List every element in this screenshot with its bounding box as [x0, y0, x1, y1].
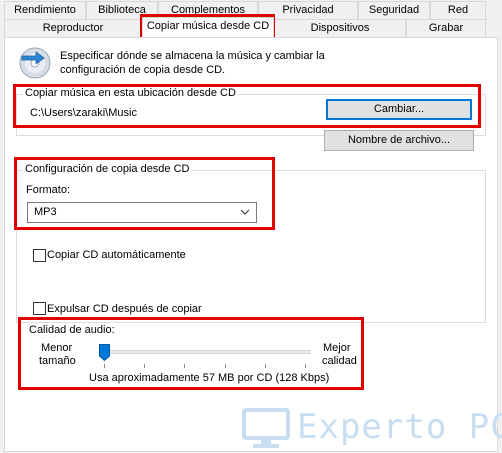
tab-label: Seguridad: [368, 4, 420, 16]
quality-slider-tick: [144, 364, 146, 368]
quality-slider-tick: [104, 364, 105, 368]
filename-label: Nombre de archivo...: [347, 134, 451, 146]
settings-group-title: Configuración de copia desde CD: [23, 163, 192, 175]
monitor-icon: [241, 406, 291, 453]
tab-grabar[interactable]: Grabar: [406, 19, 486, 37]
quality-slider-tick: [184, 364, 186, 368]
tab-rendimiento[interactable]: Rendimiento: [4, 1, 86, 19]
rip-settings-panel: Especificar dónde se almacena la música …: [4, 37, 502, 453]
auto-copy-label: Copiar CD automáticamente: [47, 249, 186, 261]
tab-label: Reproductor: [42, 22, 104, 34]
tab-label: Dispositivos: [310, 22, 370, 34]
quality-min-line1: Menor: [41, 342, 73, 354]
tab-label: Complementos: [171, 4, 245, 16]
tab-label: Rendimiento: [14, 4, 76, 16]
quality-max-line1: Mejor: [323, 342, 351, 354]
quality-slider-thumb[interactable]: [99, 344, 110, 362]
quality-slider-tick: [264, 364, 266, 368]
quality-title: Calidad de audio:: [29, 324, 115, 336]
chevron-down-icon: [240, 203, 250, 229]
tab-seguridad[interactable]: Seguridad: [358, 1, 430, 19]
quality-max-line2: calidad: [322, 355, 357, 367]
tab-copiar-musica[interactable]: Copiar música desde CD: [142, 17, 274, 37]
tab-label: Copiar música desde CD: [146, 20, 270, 32]
intro-text-line2: configuración de copia desde CD.: [60, 64, 226, 76]
quality-min-line2: tamaño: [39, 355, 76, 367]
watermark-text: Experto PC: [297, 407, 502, 447]
format-select[interactable]: MP3: [27, 202, 257, 223]
change-location-button[interactable]: Cambiar...: [326, 99, 472, 120]
location-path: C:\Users\zaraki\Music: [30, 107, 137, 119]
intro-text-line1: Especificar dónde se almacena la música …: [60, 50, 325, 62]
change-location-label: Cambiar...: [373, 103, 425, 115]
tab-label: Grabar: [428, 22, 464, 34]
quality-slider-tick: [305, 364, 306, 368]
eject-checkbox[interactable]: [33, 302, 46, 315]
eject-label: Expulsar CD después de copiar: [47, 303, 202, 315]
location-group-title: Copiar música en esta ubicación desde CD: [23, 87, 238, 99]
quality-usage: Usa aproximadamente 57 MB por CD (128 Kb…: [89, 372, 330, 384]
auto-copy-checkbox[interactable]: [33, 249, 46, 262]
settings-group: [16, 170, 486, 323]
filename-button[interactable]: Nombre de archivo...: [324, 130, 474, 151]
format-value: MP3: [34, 206, 57, 218]
tab-reproductor[interactable]: Reproductor: [4, 19, 142, 37]
tab-red[interactable]: Red: [430, 1, 486, 19]
tab-dispositivos[interactable]: Dispositivos: [274, 19, 406, 37]
tab-label: Biblioteca: [98, 4, 146, 16]
quality-slider-track[interactable]: [99, 350, 311, 354]
watermark: Experto PC: [241, 406, 502, 453]
format-label: Formato:: [26, 184, 71, 196]
tab-label: Red: [447, 4, 469, 16]
cd-rip-icon: [18, 46, 52, 80]
quality-slider-tick: [224, 364, 226, 368]
tab-label: Privacidad: [282, 4, 334, 16]
